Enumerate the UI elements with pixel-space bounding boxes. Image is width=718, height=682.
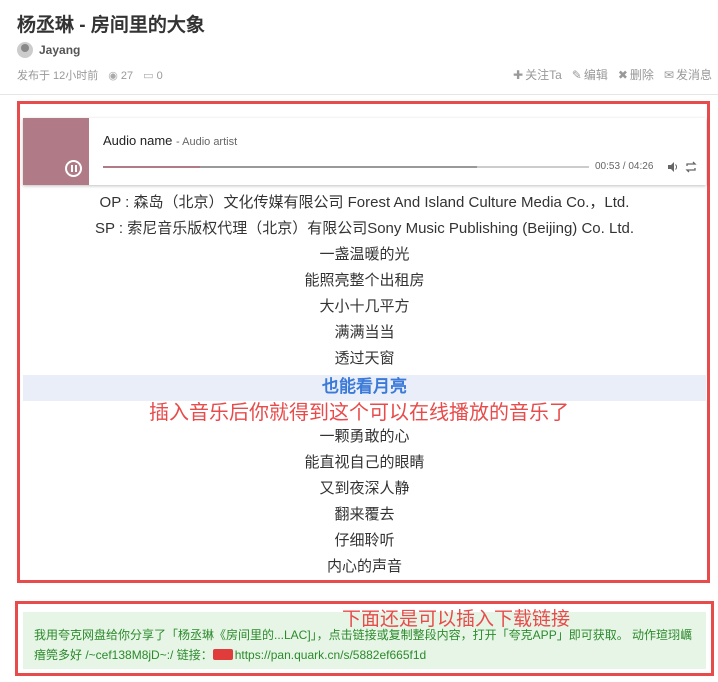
audio-player[interactable]: Audio name - Audio artist 00:53 / 04:26: [23, 118, 706, 185]
post-actions: ✚ 关注Ta ✎ 编辑 ✖ 删除 ✉ 发消息: [513, 66, 712, 83]
follow-button[interactable]: ✚ 关注Ta: [513, 66, 562, 83]
lyric-line: 翻来覆去: [334, 506, 395, 523]
lyric-line: 又到夜深人静: [319, 480, 410, 497]
lyric-line: 内心的声音: [326, 558, 402, 575]
progress-played: [103, 166, 201, 168]
audio-title: Audio name - Audio artist: [103, 133, 237, 148]
comments-value: 0: [156, 69, 163, 82]
lyric-line: 大小十几平方: [319, 298, 410, 315]
delete-label: 删除: [629, 68, 654, 82]
lyric-line: 透过天窗: [334, 350, 395, 367]
lyric-line: 能照亮整个出租房: [304, 272, 425, 289]
volume-icon[interactable]: [667, 160, 679, 178]
lyric-line-active: 也能看月亮: [322, 377, 407, 396]
annotation-bottom: 下面还是可以插入下载链接: [342, 609, 571, 630]
lyric-line: 能直视自己的眼睛: [304, 454, 425, 471]
delete-button[interactable]: ✖ 删除: [618, 66, 654, 83]
lyric-line: 一颗勇敢的心: [319, 428, 410, 445]
edit-button[interactable]: ✎ 编辑: [572, 66, 608, 83]
views-value: 27: [120, 69, 134, 82]
author-name[interactable]: Jayang: [39, 43, 80, 57]
follow-label: 关注Ta: [525, 68, 562, 82]
lyric-line: 仔细聆听: [334, 532, 395, 549]
author-block[interactable]: Jayang: [17, 42, 80, 58]
audio-artist: - Audio artist: [176, 136, 238, 148]
lyric-line: OP : 森岛（北京）文化传媒有限公司 Forest And Island Cu…: [99, 194, 630, 211]
time-readout: 00:53 / 04:26: [595, 161, 654, 172]
album-cover[interactable]: [23, 118, 89, 185]
lyric-line: SP : 索尼音乐版权代理（北京）有限公司Sony Music Publishi…: [94, 220, 635, 237]
post-time: 发布于 12小时前: [17, 70, 99, 82]
avatar[interactable]: [17, 42, 33, 58]
post-meta: 发布于 12小时前 ◉ 27 ▭ 0: [17, 67, 163, 83]
message-label: 发消息: [675, 68, 712, 82]
lyric-line: 一盏温暖的光: [319, 246, 410, 263]
divider: [0, 94, 718, 95]
loop-icon[interactable]: [685, 160, 697, 178]
eye-icon: ◉: [108, 69, 118, 82]
comment-icon: ▭: [143, 69, 154, 82]
plus-icon: ✚: [513, 67, 524, 82]
comments-count: ▭ 0: [143, 69, 163, 82]
pause-icon[interactable]: [65, 160, 82, 177]
annotation-top: 插入音乐后你就得到这个可以在线播放的音乐了: [149, 402, 569, 424]
views-count: ◉ 27: [108, 69, 133, 82]
progress-bar[interactable]: [103, 166, 589, 168]
envelope-icon: ✉: [663, 67, 674, 82]
audio-name: Audio name: [103, 133, 173, 148]
close-icon: ✖: [617, 67, 628, 82]
edit-icon: ✎: [571, 67, 582, 82]
lyric-line: 满满当当: [334, 324, 395, 341]
page-title: 杨丞琳 - 房间里的大象: [17, 15, 205, 36]
edit-label: 编辑: [583, 68, 608, 82]
message-button[interactable]: ✉ 发消息: [664, 66, 712, 83]
